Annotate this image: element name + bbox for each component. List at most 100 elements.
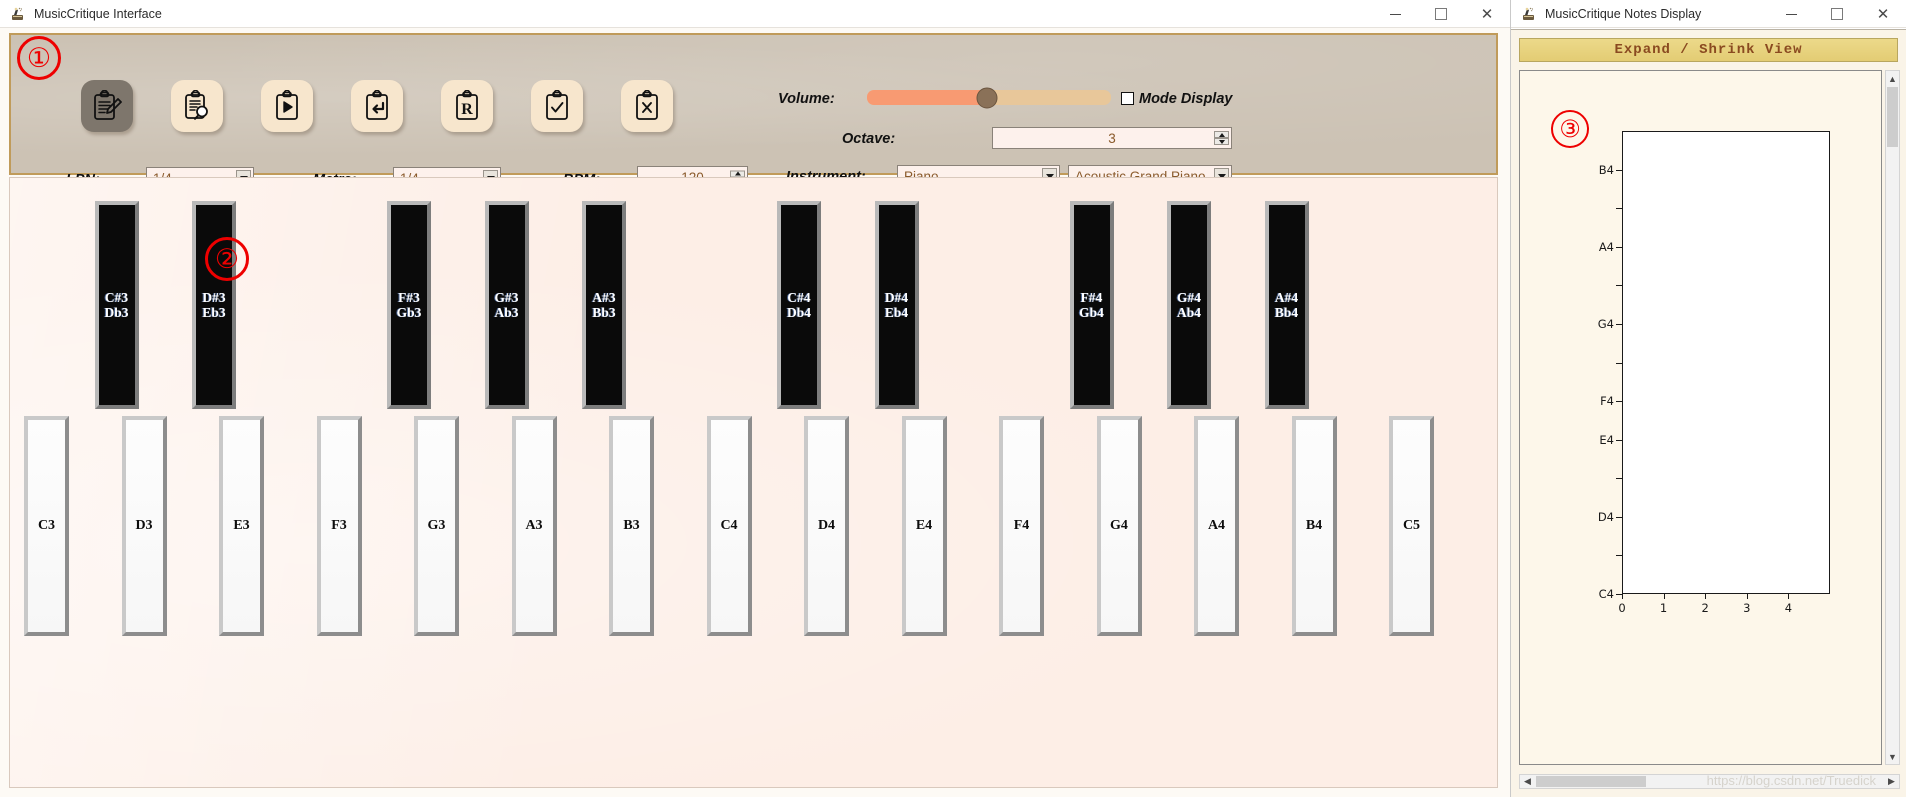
black-key-asharp4[interactable]: A#4 Bb4 [1264,201,1309,409]
scroll-up-icon[interactable]: ▲ [1886,71,1899,86]
compose-button[interactable] [81,80,133,132]
white-key-label: A4 [1207,518,1226,533]
vscroll-thumb[interactable] [1887,87,1898,147]
inspect-button[interactable] [171,80,223,132]
white-key-c5[interactable]: C5 [1389,416,1434,636]
scroll-down-icon[interactable]: ▼ [1886,749,1899,764]
app-icon [1521,6,1537,22]
close-button[interactable]: ✕ [1860,0,1906,28]
black-key-flat-label: Bb3 [592,305,616,320]
toolbar: R [81,80,673,132]
white-key-a3[interactable]: A3 [511,416,557,636]
black-key-flat-label: Eb3 [202,305,226,320]
white-key-label: C3 [37,518,56,533]
expand-shrink-view-button[interactable]: Expand / Shrink View [1519,38,1898,62]
y-axis-tick-mark [1616,516,1622,518]
record-button[interactable]: R [441,80,493,132]
white-key-label: F4 [1013,518,1030,533]
black-key-sharp-label: A#3 [592,289,616,305]
stepper-up-icon[interactable] [1214,131,1229,138]
volume-knob[interactable] [976,87,998,108]
scroll-left-icon[interactable]: ◀ [1520,775,1535,788]
x-axis-tick-mark [1622,594,1623,599]
y-axis-tick-label: A4 [1598,239,1614,254]
notes-titlebar[interactable]: MusicCritique Notes Display ✕ [1511,0,1906,28]
y-axis-minor-tick-mark [1616,208,1622,210]
maximize-button[interactable] [1814,0,1860,28]
undo-button[interactable] [351,80,403,132]
black-key-fsharp3[interactable]: F#3 Gb3 [387,201,431,409]
hscroll-thumb[interactable] [1536,776,1646,787]
main-window-buttons: ✕ [1372,0,1510,28]
main-window-title: MusicCritique Interface [34,6,162,21]
cancel-button[interactable] [621,80,673,132]
x-axis-tick-mark [1788,594,1790,599]
white-key-d4[interactable]: D4 [804,416,849,636]
annotation-marker-1: ① [17,36,61,80]
black-key-gsharp4[interactable]: G#4 Ab4 [1167,201,1211,409]
black-key-gsharp3[interactable]: G#3 Ab3 [484,201,529,409]
clipboard-undo-arrow-icon [362,90,392,122]
y-axis-minor-tick-mark [1616,555,1622,557]
white-key-label: D3 [135,518,153,533]
y-axis-tick-mark [1616,439,1622,441]
black-key-sharp-label: A#4 [1274,289,1299,305]
white-key-f4[interactable]: F4 [999,416,1044,636]
confirm-button[interactable] [531,80,583,132]
scroll-right-icon[interactable]: ▶ [1884,775,1899,788]
close-button[interactable]: ✕ [1464,0,1510,28]
mode-display-checkbox[interactable] [1121,92,1134,105]
minimize-button[interactable] [1768,0,1814,28]
black-key-csharp4[interactable]: C#4 Db4 [777,201,821,409]
black-key-asharp3[interactable]: A#3 Bb3 [582,201,626,409]
octave-input[interactable]: 3 [992,127,1232,149]
note-plot-frame[interactable]: C4 D4 E4 F4 G4 A4 B4 0 1 2 3 4 [1519,70,1882,765]
white-key-b4[interactable]: B4 [1291,416,1337,636]
notes-horizontal-scrollbar[interactable]: ◀ ▶ [1519,774,1900,789]
white-key-f3[interactable]: F3 [316,416,362,636]
black-key-sharp-label: C#4 [787,289,811,305]
y-axis-minor-tick-mark [1616,478,1622,480]
black-key-sharp-label: D#4 [884,289,909,305]
minimize-icon [1785,13,1797,15]
x-axis-tick-label: 0 [1618,601,1626,615]
white-key-d3[interactable]: D3 [121,416,167,636]
black-key-fsharp4[interactable]: F#4 Gb4 [1069,201,1114,409]
white-key-c4[interactable]: C4 [706,416,752,636]
maximize-button[interactable] [1418,0,1464,28]
white-key-g3[interactable]: G3 [414,416,459,636]
notes-vertical-scrollbar[interactable]: ▲ ▼ [1885,70,1900,765]
close-icon: ✕ [1876,5,1890,23]
white-key-c3[interactable]: C3 [24,416,69,636]
clipboard-check-icon [542,90,572,122]
black-key-flat-label: Bb4 [1274,305,1299,320]
y-axis-tick-label: E4 [1599,432,1614,447]
control-panel: R Volume: Mode Display Octave: 3 Piano A… [9,33,1498,224]
stepper-down-icon[interactable] [1214,138,1229,145]
maximize-icon [1831,8,1843,20]
y-axis-minor-tick-mark [1616,362,1622,364]
y-axis-tick-mark [1616,169,1622,171]
x-axis-tick-label: 3 [1743,601,1751,615]
minimize-button[interactable] [1372,0,1418,28]
white-key-e4[interactable]: E4 [901,416,947,636]
black-key-csharp3[interactable]: C#3 Db3 [94,201,139,409]
svg-text:R: R [461,101,473,118]
black-key-flat-label: Db4 [786,305,811,320]
white-key-label: E3 [233,518,250,533]
play-button[interactable] [261,80,313,132]
white-key-b3[interactable]: B3 [609,416,654,636]
white-key-label: B3 [623,518,640,533]
white-key-a4[interactable]: A4 [1194,416,1239,636]
white-key-e3[interactable]: E3 [219,416,264,636]
clipboard-magnifier-icon [182,90,212,122]
main-titlebar[interactable]: MusicCritique Interface ✕ [0,0,1510,28]
notes-window-buttons: ✕ [1768,0,1906,28]
black-key-dsharp3[interactable]: D#3 Eb3 [192,201,236,409]
black-key-sharp-label: F#4 [1080,289,1103,305]
octave-stepper[interactable] [1214,131,1229,145]
white-key-g4[interactable]: G4 [1096,416,1142,636]
volume-slider[interactable] [867,87,1111,108]
black-key-dsharp4[interactable]: D#4 Eb4 [874,201,919,409]
black-key-flat-label: Gb3 [396,305,422,320]
